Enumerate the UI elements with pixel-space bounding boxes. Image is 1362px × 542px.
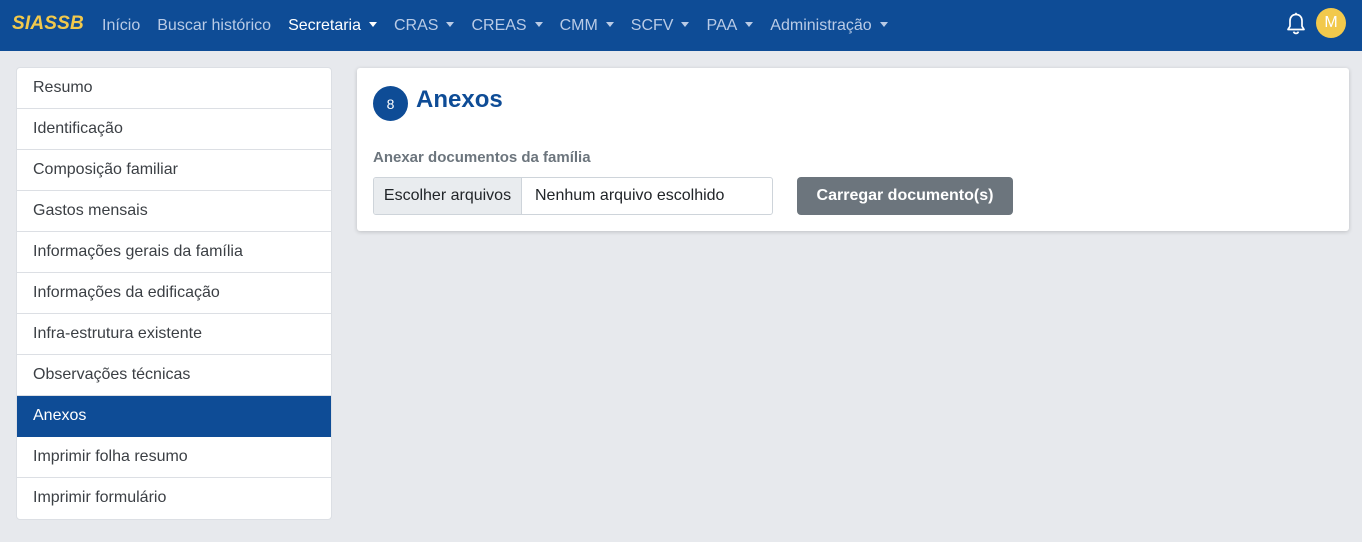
sidebar-item-composicao-familiar[interactable]: Composição familiar [17,150,331,191]
nav-item-label: Secretaria [288,16,361,34]
sidebar-item-observacoes-tecnicas[interactable]: Observações técnicas [17,355,331,396]
file-input[interactable]: Escolher arquivos Nenhum arquivo escolhi… [373,177,773,215]
attachments-card: 8 Anexos Anexar documentos da família Es… [357,68,1349,231]
upload-documents-button[interactable]: Carregar documento(s) [797,177,1013,215]
section-sidebar: Resumo Identificação Composição familiar Ga… [16,67,332,520]
user-avatar[interactable]: M [1316,8,1346,38]
top-navbar: SIASSB Início Buscar histórico Secretaria C… [0,0,1362,51]
nav-item-cras[interactable]: CRAS [394,16,455,35]
sidebar-item-identificacao[interactable]: Identificação [17,109,331,150]
nav-item-cmm[interactable]: CMM [560,17,614,35]
nav-item-label: CRAS [394,16,439,34]
nav-item-label: SCFV [630,16,674,34]
caret-down-icon [605,22,614,27]
sidebar-item-gastos-mensais[interactable]: Gastos mensais [17,191,331,232]
file-status-text: Nenhum arquivo escolhido [535,187,725,204]
nav-item-secretaria[interactable]: Secretaria [288,17,377,35]
sidebar-item-resumo[interactable]: Resumo [17,68,331,109]
nav-item-label: Buscar histórico [157,16,272,34]
choose-files-button[interactable]: Escolher arquivos [374,178,522,214]
sidebar-item-informacoes-da-edificacao[interactable]: Informações da edificação [17,273,331,314]
nav-item-scfv[interactable]: SCFV [631,17,690,35]
nav-item-creas[interactable]: CREAS [471,16,543,35]
caret-down-icon [534,22,543,27]
brand-logo[interactable]: SIASSB [12,13,84,35]
attach-documents-label: Anexar documentos da família [373,149,591,166]
bell-icon[interactable] [1285,12,1307,36]
nav-item-buscar-historico[interactable]: Buscar histórico [157,17,271,35]
caret-down-icon [369,22,377,27]
nav-item-paa[interactable]: PAA [706,16,754,35]
sidebar-item-imprimir-formulario[interactable]: Imprimir formulário [17,478,331,519]
step-number-badge: 8 [373,86,408,121]
sidebar-item-anexos[interactable]: Anexos [17,396,331,437]
nav-item-inicio[interactable]: Início [102,17,140,35]
sidebar-item-imprimir-folha-resumo[interactable]: Imprimir folha resumo [17,437,331,478]
nav-menu: Início Buscar histórico Secretaria CRAS CREA… [102,0,905,51]
caret-down-icon [446,22,455,27]
nav-item-label: CREAS [471,16,527,34]
nav-item-label: Administração [770,16,872,34]
sidebar-item-informacoes-gerais-da-familia[interactable]: Informações gerais da família [17,232,331,273]
nav-item-administracao[interactable]: Administração [770,16,888,35]
caret-down-icon [681,22,690,27]
nav-item-label: PAA [706,16,738,34]
caret-down-icon [879,22,888,27]
page-title: Anexos [416,86,503,113]
nav-item-label: CMM [559,16,598,34]
nav-item-label: Início [102,16,141,34]
sidebar-item-infra-estrutura-existente[interactable]: Infra-estrutura existente [17,314,331,355]
caret-down-icon [745,22,754,27]
